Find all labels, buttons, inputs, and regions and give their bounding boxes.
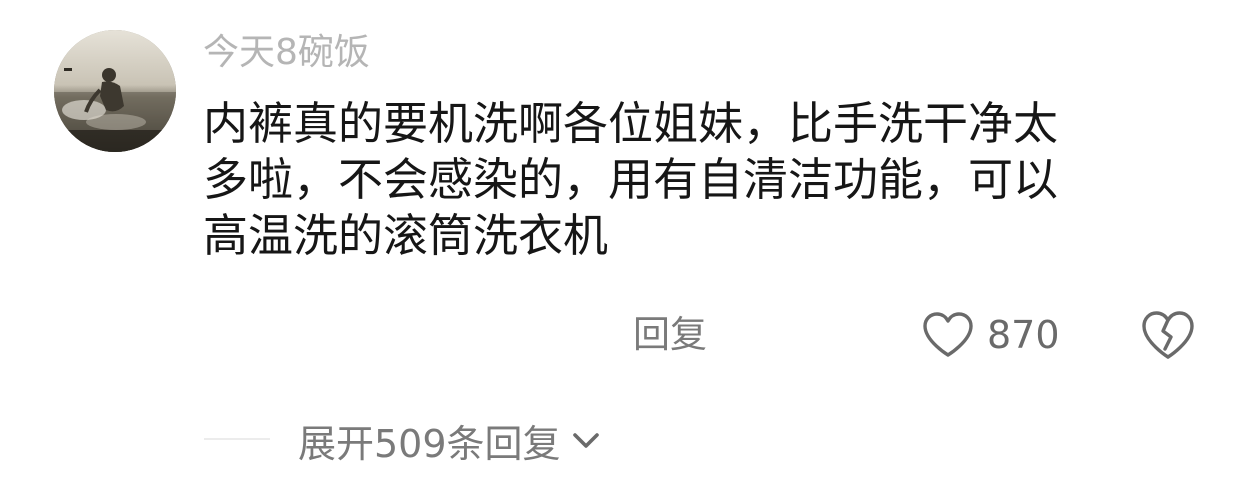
- like-button[interactable]: 870: [921, 306, 1060, 364]
- dislike-button[interactable]: [1140, 309, 1196, 361]
- username[interactable]: 今天8碗饭: [203, 31, 370, 75]
- broken-heart-icon: [1142, 311, 1194, 359]
- comment-text: 内裤真的要机洗啊各位姐妹，比手洗干净太 多啦，不会感染的，用有自清洁功能，可以 …: [203, 96, 1203, 264]
- replies-divider: [204, 438, 270, 440]
- comment-text-line: 内裤真的要机洗啊各位姐妹，比手洗干净太: [203, 97, 1059, 150]
- reply-button[interactable]: 回复: [633, 310, 707, 360]
- like-count: 870: [987, 313, 1060, 357]
- expand-replies-button[interactable]: 展开509条回复: [298, 414, 603, 466]
- avatar-photo-icon: [54, 30, 176, 152]
- comment-text-line: 多啦，不会感染的，用有自清洁功能，可以: [203, 153, 1059, 206]
- heart-outline-icon: [923, 312, 973, 357]
- chevron-down-icon: [572, 433, 599, 448]
- comment-text-line: 高温洗的滚筒洗衣机: [203, 209, 609, 262]
- expand-replies-label: 展开509条回复: [298, 421, 561, 466]
- avatar[interactable]: [54, 30, 176, 152]
